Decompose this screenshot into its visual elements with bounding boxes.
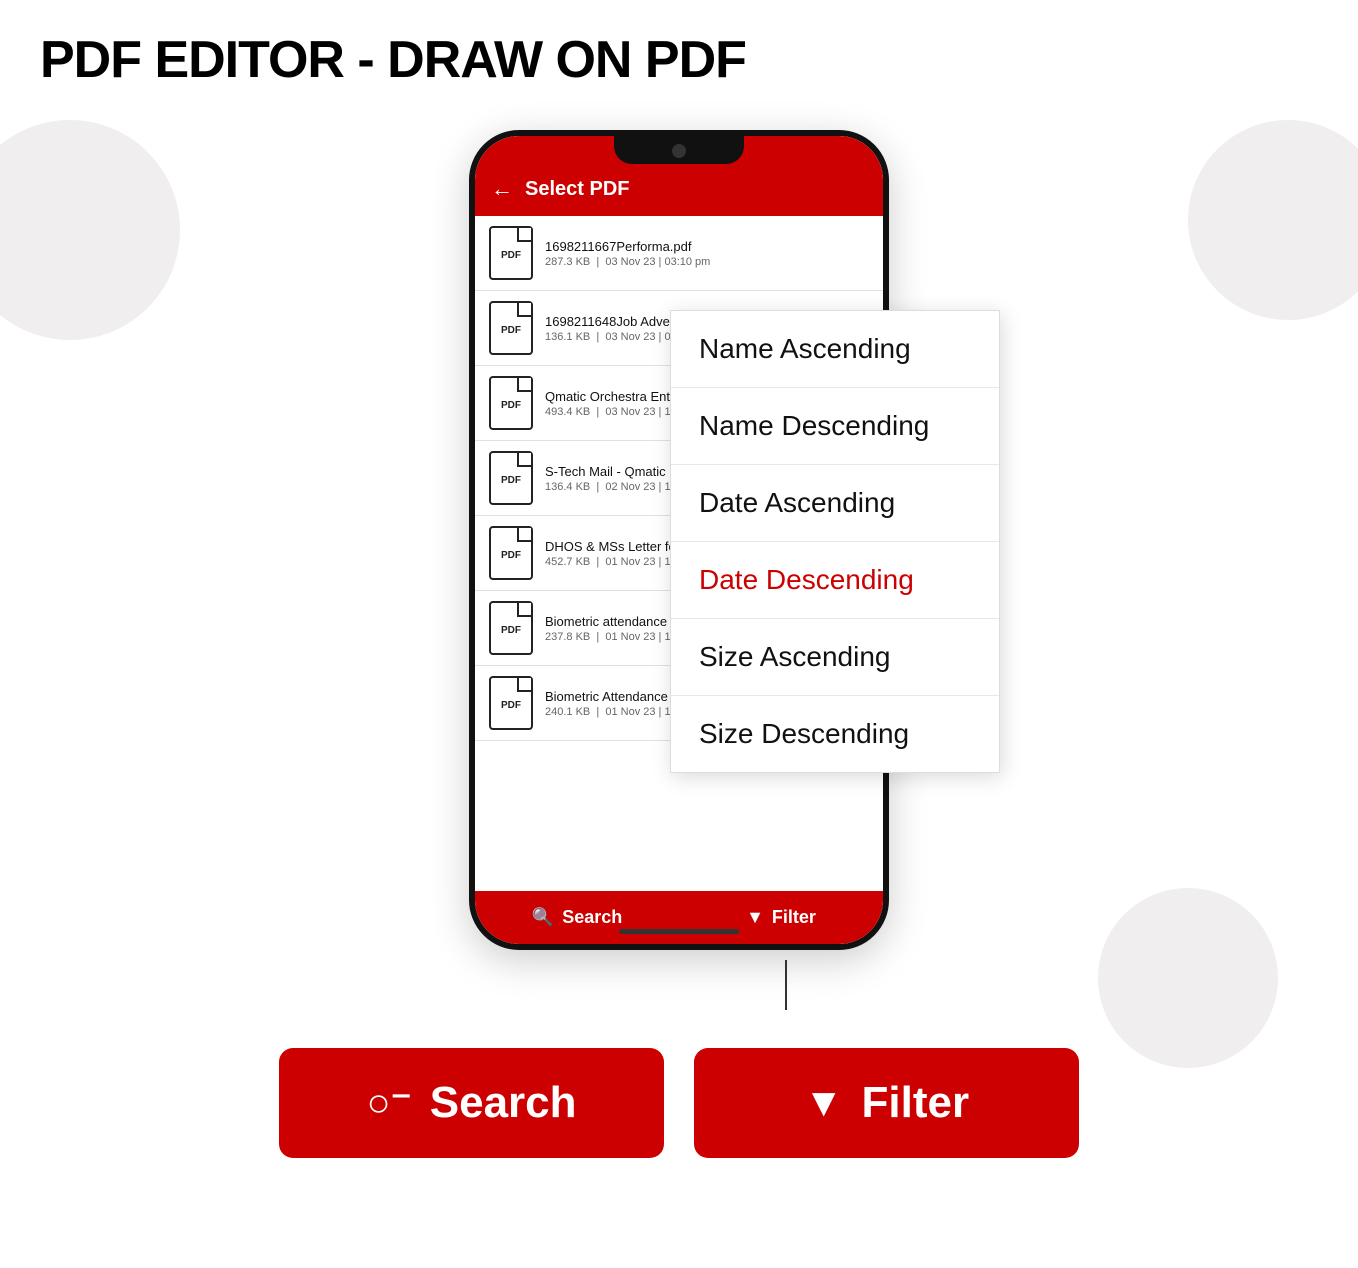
pdf-icon-label: PDF	[501, 625, 521, 636]
sort-option[interactable]: Date Descending	[671, 542, 999, 619]
pdf-icon: PDF	[489, 601, 533, 655]
file-meta: 287.3 KB | 03 Nov 23 | 03:10 pm	[545, 256, 869, 268]
deco-circle-top-right	[1188, 120, 1358, 320]
phone-search-button[interactable]: 🔍 Search	[475, 891, 679, 944]
pdf-icon: PDF	[489, 301, 533, 355]
pdf-icon: PDF	[489, 226, 533, 280]
search-icon: 🔍	[532, 907, 554, 928]
phone-filter-button[interactable]: ▼ Filter	[679, 891, 883, 944]
sort-dropdown: Name AscendingName DescendingDate Ascend…	[670, 310, 1000, 773]
search-button[interactable]: ○⁻ Search	[279, 1048, 664, 1158]
sort-option[interactable]: Name Descending	[671, 388, 999, 465]
filter-button-icon: ▼	[804, 1081, 844, 1126]
filter-button-label: Filter	[862, 1078, 970, 1128]
phone-filter-label: Filter	[772, 907, 816, 928]
sort-option[interactable]: Name Ascending	[671, 311, 999, 388]
search-button-icon: ○⁻	[366, 1080, 411, 1126]
pdf-icon-label: PDF	[501, 700, 521, 711]
pdf-icon-label: PDF	[501, 400, 521, 411]
pdf-icon: PDF	[489, 526, 533, 580]
filter-button[interactable]: ▼ Filter	[694, 1048, 1079, 1158]
phone-camera	[672, 144, 686, 158]
pdf-icon-label: PDF	[501, 250, 521, 261]
file-info: 1698211667Performa.pdf 287.3 KB | 03 Nov…	[545, 239, 869, 268]
phone-bottom-buttons: 🔍 Search ▼ Filter	[475, 891, 883, 944]
phone-search-label: Search	[562, 907, 622, 928]
search-button-label: Search	[430, 1078, 577, 1128]
pdf-icon-label: PDF	[501, 475, 521, 486]
pdf-icon-label: PDF	[501, 325, 521, 336]
file-name: 1698211667Performa.pdf	[545, 239, 869, 254]
sort-option[interactable]: Date Ascending	[671, 465, 999, 542]
list-item[interactable]: PDF 1698211667Performa.pdf 287.3 KB | 03…	[475, 216, 883, 291]
deco-circle-bottom-right	[1098, 888, 1278, 1068]
connector-line	[785, 960, 787, 1010]
page-title: PDF EDITOR - DRAW ON PDF	[40, 30, 746, 90]
app-header-title: Select PDF	[525, 178, 629, 201]
sort-option[interactable]: Size Ascending	[671, 619, 999, 696]
filter-icon: ▼	[746, 907, 764, 928]
pdf-icon: PDF	[489, 451, 533, 505]
back-arrow-icon[interactable]: ←	[491, 176, 513, 202]
pdf-icon-label: PDF	[501, 550, 521, 561]
pdf-icon: PDF	[489, 376, 533, 430]
sort-option[interactable]: Size Descending	[671, 696, 999, 772]
phone-notch	[614, 136, 744, 164]
deco-circle-top-left	[0, 120, 180, 340]
pdf-icon: PDF	[489, 676, 533, 730]
home-indicator	[619, 929, 739, 934]
bottom-actions: ○⁻ Search ▼ Filter	[279, 1048, 1079, 1158]
